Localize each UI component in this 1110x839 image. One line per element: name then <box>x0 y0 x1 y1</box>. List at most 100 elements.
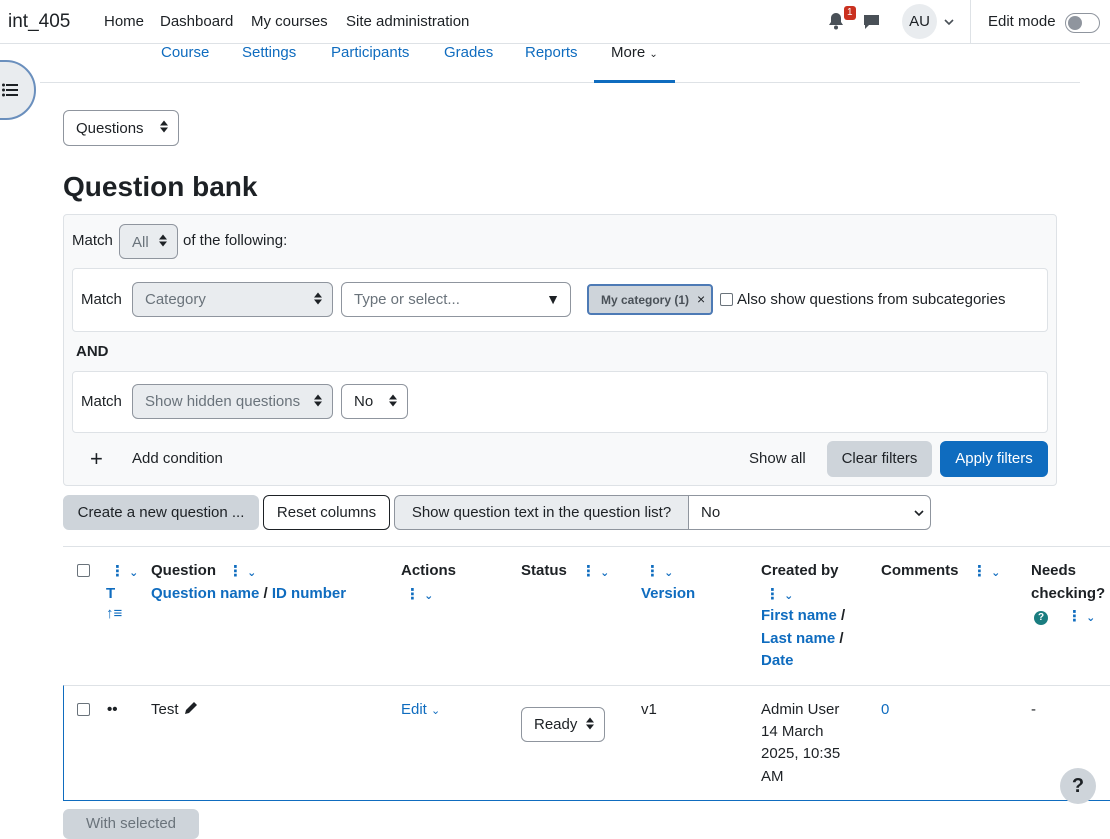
sort-arrows-icon <box>160 120 168 137</box>
of-following-label: of the following: <box>183 232 288 249</box>
edit-pencil-icon[interactable] <box>183 700 199 720</box>
column-menu-kebab-icon[interactable]: ⋮ ⌄ <box>110 562 138 580</box>
edit-action-menu[interactable]: Edit ⌄ <box>401 701 440 718</box>
nav-dashboard[interactable]: Dashboard <box>160 13 233 30</box>
edit-mode-label: Edit mode <box>988 13 1056 30</box>
created-by-column-header: Created by <box>761 562 839 579</box>
selected-category-pill[interactable]: My category (1) × <box>587 284 713 315</box>
last-name-sort-wrap: Last name / <box>761 630 844 647</box>
secnav-participants[interactable]: Participants <box>331 44 409 61</box>
sort-arrows-icon <box>159 233 167 250</box>
question-name: Test <box>151 701 179 718</box>
sort-last-name[interactable]: Last name <box>761 630 835 647</box>
cond2-match-label: Match <box>81 393 122 410</box>
apply-filters-button[interactable]: Apply filters <box>940 441 1048 477</box>
category-search-input[interactable]: Type or select... ▼ <box>341 282 571 317</box>
site-brand[interactable]: int_405 <box>8 11 70 33</box>
created-by-line4: AM <box>761 768 784 785</box>
sort-id-number[interactable]: ID number <box>272 585 346 602</box>
show-all-button[interactable]: Show all <box>749 450 806 467</box>
created-by-line1: Admin User <box>761 701 840 718</box>
nav-home[interactable]: Home <box>104 13 144 30</box>
select-all-checkbox[interactable] <box>77 564 90 577</box>
questions-select[interactable]: Questions <box>63 110 179 146</box>
top-navbar: int_405 Home Dashboard My courses Site a… <box>0 0 1110 44</box>
show-question-text-select[interactable]: No <box>688 495 931 530</box>
page-title: Question bank <box>63 171 258 202</box>
nav-my-courses[interactable]: My courses <box>251 13 328 30</box>
with-selected-button[interactable]: With selected <box>63 809 199 839</box>
column-menu-kebab-icon[interactable]: ⋮ ⌄ <box>972 562 1000 580</box>
column-menu-kebab-icon[interactable]: ⋮ ⌄ <box>581 562 609 580</box>
secnav-course[interactable]: Course <box>161 44 209 61</box>
chevron-down-icon[interactable] <box>944 14 954 31</box>
column-menu-kebab-icon[interactable]: ⋮ ⌄ <box>645 562 673 580</box>
needs-checking-header-1: Needs <box>1031 562 1077 579</box>
secnav-grades[interactable]: Grades <box>444 44 493 61</box>
question-name-sort: Question name / ID number <box>151 585 347 602</box>
column-menu-kebab-icon[interactable]: ⋮ ⌄ <box>228 562 256 580</box>
notification-bell-icon[interactable] <box>828 12 844 34</box>
reset-columns-button[interactable]: Reset columns <box>263 495 390 530</box>
sort-version[interactable]: Version <box>641 585 695 602</box>
chevron-down-icon <box>914 505 924 522</box>
sort-arrows-icon <box>314 291 322 308</box>
help-button[interactable]: ? <box>1060 768 1096 804</box>
and-label: AND <box>76 343 109 360</box>
edit-mode-toggle[interactable] <box>1065 13 1100 33</box>
secnav-active-indicator <box>594 80 675 83</box>
comments-count-link[interactable]: 0 <box>881 701 889 718</box>
sort-ascending-icon[interactable]: ↑≡ <box>106 605 122 622</box>
show-question-text-label: Show question text in the question list? <box>394 495 689 530</box>
help-icon[interactable]: ? <box>1034 609 1048 626</box>
user-avatar[interactable]: AU <box>902 4 937 39</box>
course-index-toggle[interactable] <box>0 60 36 120</box>
column-menu-kebab-icon[interactable]: ⋮ ⌄ <box>765 585 793 603</box>
created-by-line2: 14 March <box>761 723 824 740</box>
create-new-question-button[interactable]: Create a new question ... <box>63 495 259 530</box>
question-column-header: Question <box>151 562 217 579</box>
secnav-reports[interactable]: Reports <box>525 44 578 61</box>
clear-filters-button[interactable]: Clear filters <box>827 441 932 477</box>
status-column-header: Status <box>521 562 567 579</box>
comments-column-header: Comments <box>881 562 959 579</box>
sort-arrows-icon <box>314 393 322 410</box>
needs-checking-value: - <box>1031 701 1036 718</box>
sort-type-header[interactable]: T <box>106 585 115 602</box>
nav-site-administration[interactable]: Site administration <box>346 13 469 30</box>
first-name-sort-wrap: First name / <box>761 607 846 624</box>
chevron-down-icon: ⌄ <box>431 705 441 717</box>
status-select[interactable]: Ready <box>521 707 605 742</box>
table-row <box>63 685 1110 801</box>
cond2-type-select[interactable]: Show hidden questions <box>132 384 333 419</box>
sort-first-name[interactable]: First name <box>761 607 837 624</box>
drag-handle-icon[interactable]: •• <box>107 701 118 718</box>
created-by-line3: 2025, 10:35 <box>761 745 841 762</box>
add-condition-button[interactable]: Add condition <box>132 450 223 467</box>
subcategories-checkbox[interactable] <box>720 293 733 306</box>
match-all-select[interactable]: All <box>119 224 178 259</box>
subcategories-label: Also show questions from subcategories <box>737 291 1006 308</box>
messages-icon[interactable] <box>863 13 880 34</box>
row-select-checkbox[interactable] <box>77 703 90 716</box>
match-label: Match <box>72 232 113 249</box>
sort-date[interactable]: Date <box>761 652 794 669</box>
sort-arrows-icon <box>389 393 397 410</box>
column-menu-kebab-icon[interactable]: ⋮ ⌄ <box>405 585 433 603</box>
secnav-settings[interactable]: Settings <box>242 44 296 61</box>
sort-question-name[interactable]: Question name <box>151 585 259 602</box>
secnav-more[interactable]: More ⌄ <box>611 44 658 61</box>
navbar-divider <box>970 0 971 44</box>
hidden-value-select[interactable]: No <box>341 384 408 419</box>
needs-checking-header-2: checking? <box>1031 585 1106 602</box>
close-icon[interactable]: × <box>697 291 705 307</box>
dropdown-triangle-icon: ▼ <box>546 291 560 307</box>
cond1-match-label: Match <box>81 291 122 308</box>
notification-count-badge: 1 <box>844 6 856 20</box>
cond1-type-select[interactable]: Category <box>132 282 333 317</box>
chevron-down-icon: ⌄ <box>649 49 658 60</box>
column-menu-kebab-icon[interactable]: ⋮ ⌄ <box>1067 607 1095 625</box>
list-icon <box>2 83 18 101</box>
plus-icon[interactable]: + <box>90 446 103 472</box>
secnav-divider <box>40 82 1080 83</box>
